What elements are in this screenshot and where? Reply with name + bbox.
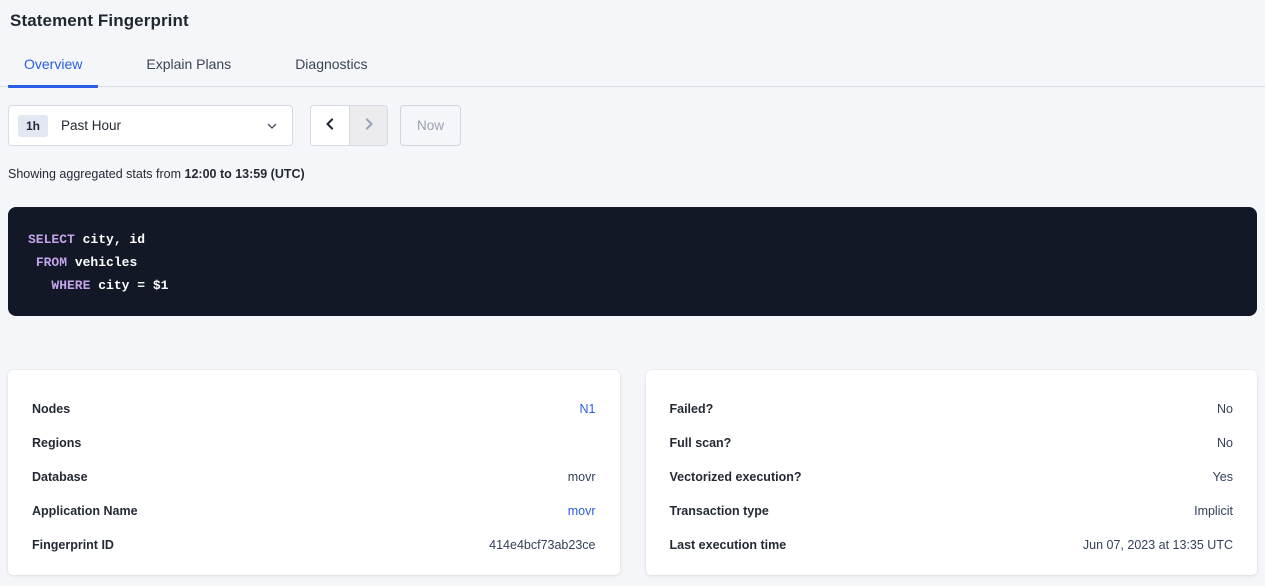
chevron-down-icon: [266, 120, 278, 132]
table-row: Full scan? No: [670, 426, 1234, 460]
aggregated-stats-range: 12:00 to 13:59 (UTC): [185, 167, 305, 181]
tab-overview[interactable]: Overview: [8, 56, 98, 88]
sql-statement-box: SELECT city, id FROM vehicles WHERE city…: [8, 207, 1257, 316]
sql-keyword: SELECT: [28, 232, 75, 247]
sql-text: city = $1: [90, 278, 168, 293]
row-value: movr: [568, 470, 596, 484]
next-time-range-button[interactable]: [349, 106, 387, 145]
tab-explain-plans[interactable]: Explain Plans: [130, 56, 247, 88]
row-value: No: [1217, 436, 1233, 450]
statement-details-card: Nodes N1 Regions Database movr Applicati…: [8, 370, 620, 575]
sql-text: vehicles: [67, 255, 137, 270]
table-row: Regions: [32, 426, 596, 460]
time-range-label: Past Hour: [61, 118, 121, 133]
table-row: Database movr: [32, 460, 596, 494]
statement-fingerprint-page: Statement Fingerprint Overview Explain P…: [0, 0, 1265, 586]
page-title: Statement Fingerprint: [0, 0, 1265, 31]
time-range-badge: 1h: [18, 115, 48, 137]
execution-attributes-card: Failed? No Full scan? No Vectorized exec…: [646, 370, 1258, 575]
time-range-dropdown[interactable]: 1h Past Hour: [8, 105, 293, 146]
sql-text: city, id: [75, 232, 145, 247]
previous-time-range-button[interactable]: [311, 106, 349, 145]
chevron-left-icon: [323, 117, 337, 134]
sql-keyword: FROM: [36, 255, 67, 270]
row-label: Application Name: [32, 504, 138, 518]
sql-line: WHERE city = $1: [28, 274, 1237, 297]
sql-keyword: WHERE: [51, 278, 90, 293]
table-row: Vectorized execution? Yes: [670, 460, 1234, 494]
table-row: Last execution time Jun 07, 2023 at 13:3…: [670, 528, 1234, 562]
row-value: Implicit: [1194, 504, 1233, 518]
nodes-link[interactable]: N1: [580, 402, 596, 416]
row-label: Regions: [32, 436, 81, 450]
aggregated-stats-prefix: Showing aggregated stats from: [8, 167, 185, 181]
row-value: Yes: [1213, 470, 1233, 484]
summary-cards-row: Nodes N1 Regions Database movr Applicati…: [8, 370, 1257, 575]
tab-bar: Overview Explain Plans Diagnostics: [0, 56, 1265, 87]
row-value: No: [1217, 402, 1233, 416]
table-row: Fingerprint ID 414e4bcf73ab23ce: [32, 528, 596, 562]
table-row: Application Name movr: [32, 494, 596, 528]
now-button[interactable]: Now: [400, 105, 461, 146]
time-step-button-group: [310, 105, 388, 146]
chevron-right-icon: [362, 117, 376, 134]
aggregated-stats-caption: Showing aggregated stats from 12:00 to 1…: [8, 167, 1265, 181]
row-label: Database: [32, 470, 88, 484]
table-row: Nodes N1: [32, 392, 596, 426]
row-label: Last execution time: [670, 538, 787, 552]
row-label: Vectorized execution?: [670, 470, 802, 484]
application-name-link[interactable]: movr: [568, 504, 596, 518]
time-picker-row: 1h Past Hour Now: [8, 105, 1257, 146]
row-value: Jun 07, 2023 at 13:35 UTC: [1083, 538, 1233, 552]
row-label: Fingerprint ID: [32, 538, 114, 552]
row-label: Nodes: [32, 402, 70, 416]
row-label: Full scan?: [670, 436, 732, 450]
row-label: Transaction type: [670, 504, 769, 518]
sql-line: FROM vehicles: [28, 251, 1237, 274]
table-row: Failed? No: [670, 392, 1234, 426]
row-label: Failed?: [670, 402, 714, 416]
tab-diagnostics[interactable]: Diagnostics: [279, 56, 383, 88]
sql-line: SELECT city, id: [28, 228, 1237, 251]
row-value: 414e4bcf73ab23ce: [489, 538, 595, 552]
table-row: Transaction type Implicit: [670, 494, 1234, 528]
